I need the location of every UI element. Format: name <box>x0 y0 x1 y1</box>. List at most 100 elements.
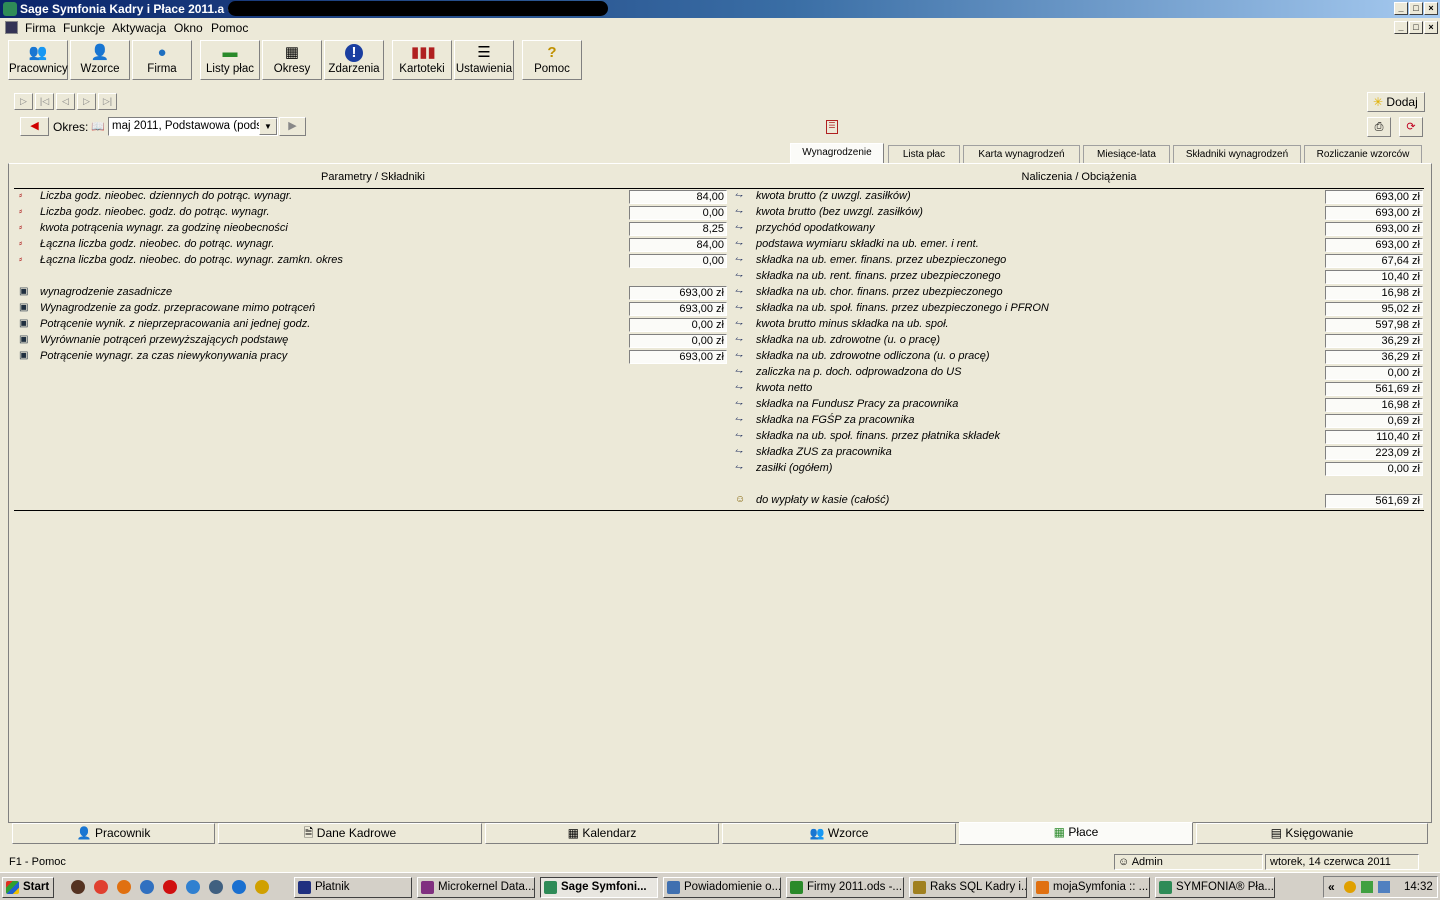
book-icon: 📖 <box>91 121 105 133</box>
toolbar-pomoc-button[interactable]: ? Pomoc <box>522 40 582 80</box>
firefox-icon[interactable] <box>117 880 131 894</box>
task-platnik[interactable]: Płatnik <box>294 877 412 898</box>
tab-lista-plac[interactable]: Lista płac <box>888 145 960 163</box>
bottom-tab-place[interactable]: ▦ Płace <box>959 822 1193 845</box>
period-next-button[interactable]: ▶ <box>279 117 306 136</box>
task-sage-symfonia[interactable]: Sage Symfoni... <box>540 877 658 898</box>
right-row-value: 10,40 zł <box>1325 270 1423 284</box>
media-icon[interactable] <box>255 880 269 894</box>
quicklaunch-icon[interactable] <box>186 880 200 894</box>
param-icon: ⸗ <box>19 222 23 233</box>
toolbar-firma-button[interactable]: ● Firma <box>132 40 192 80</box>
tab-skladniki-wynagrodzen[interactable]: Składniki wynagrodzeń <box>1173 145 1301 163</box>
right-row-label: zaliczka na p. doch. odprowadzona do US <box>756 366 962 378</box>
tray-expand-button[interactable]: « <box>1328 880 1335 894</box>
ladder-icon[interactable]: ☰ <box>826 120 838 134</box>
bottom-tab-dane-kadrowe[interactable]: 🗎 Dane Kadrowe <box>218 823 482 844</box>
left-row-value: 693,00 zł <box>629 350 727 364</box>
maximize-button[interactable]: □ <box>1409 2 1423 15</box>
period-prev-button[interactable]: ◀ <box>20 117 49 136</box>
status-date: wtorek, 14 czerwca 2011 <box>1265 854 1419 870</box>
right-row-value: 693,00 zł <box>1325 206 1423 220</box>
app-icon <box>913 881 926 894</box>
network-icon[interactable] <box>1378 881 1390 893</box>
right-row-label: składka na ub. zdrowotne (u. o pracę) <box>756 334 941 346</box>
task-powiadomienie[interactable]: Powiadomienie o... <box>663 877 781 898</box>
templates-icon: 👤 <box>90 44 110 61</box>
right-row-label: składka na Fundusz Pracy za pracownika <box>756 398 959 410</box>
quicklaunch-icon[interactable] <box>71 880 85 894</box>
nav-next-button[interactable]: ▷ <box>77 93 96 110</box>
minimize-button[interactable]: _ <box>1394 2 1408 15</box>
nav-prev-button[interactable]: ◁ <box>56 93 75 110</box>
menu-aktywacja[interactable]: Aktywacja <box>112 21 166 35</box>
chevron-down-icon[interactable]: ▼ <box>259 118 277 135</box>
left-row-label: Liczba godz. nieobec. dziennych do potrą… <box>40 190 293 202</box>
bottom-tab-wzorce[interactable]: 👥 Wzorce <box>722 823 956 844</box>
ie-icon[interactable] <box>232 880 246 894</box>
chrome-icon[interactable] <box>94 880 108 894</box>
toolbar-kartoteki-button[interactable]: ▮▮▮ Kartoteki <box>392 40 452 80</box>
right-row-value: 223,09 zł <box>1325 446 1423 460</box>
bottom-tab-kalendarz[interactable]: ▦ Kalendarz <box>485 823 719 844</box>
add-button[interactable]: ✳ Dodaj <box>1367 92 1425 112</box>
task-symfonia-place[interactable]: SYMFONIA® Pła... <box>1155 877 1275 898</box>
coins-icon: ☺ <box>735 494 746 505</box>
left-column-header: Parametry / Składniki <box>321 171 425 183</box>
calculation-icon: ⥊ <box>735 254 743 265</box>
toolbar-ustawienia-button[interactable]: ☰ Ustawienia <box>454 40 514 80</box>
task-raks[interactable]: Raks SQL Kadry i... <box>909 877 1027 898</box>
toolbar-okresy-button[interactable]: ▦ Okresy <box>262 40 322 80</box>
calculation-icon: ⥊ <box>735 238 743 249</box>
tray-icon[interactable] <box>1361 881 1373 893</box>
toolbar-zdarzenia-button[interactable]: ! Zdarzenia <box>324 40 384 80</box>
nav-first-button[interactable]: |◁ <box>35 93 54 110</box>
task-firmy-ods[interactable]: Firmy 2011.ods -... <box>786 877 904 898</box>
nav-last-button[interactable]: ▷| <box>98 93 117 110</box>
app-icon[interactable] <box>3 2 17 16</box>
total-value: 561,69 zł <box>1325 494 1423 508</box>
menu-pomoc[interactable]: Pomoc <box>211 21 248 35</box>
left-row-value: 0,00 zł <box>629 334 727 348</box>
bottom-tab-ksiegowanie[interactable]: ▤ Księgowanie <box>1196 823 1428 844</box>
right-row-label: składka na FGŚP za pracownika <box>756 414 915 426</box>
header-divider <box>14 188 1424 189</box>
right-row-label: zasiłki (ogółem) <box>756 462 833 474</box>
calculation-icon: ⥊ <box>735 462 743 473</box>
menu-funkcje[interactable]: Funkcje <box>63 21 105 35</box>
menu-bar: Firma Funkcje Aktywacja Okno Pomoc _ □ × <box>0 19 1440 37</box>
mdi-minimize-button[interactable]: _ <box>1394 21 1408 34</box>
quicklaunch-icon[interactable] <box>209 880 223 894</box>
tab-miesiace-lata[interactable]: Miesiące-lata <box>1083 145 1170 163</box>
mdi-close-button[interactable]: × <box>1424 21 1438 34</box>
sun-icon[interactable] <box>1344 881 1356 893</box>
document-icon[interactable] <box>5 21 18 34</box>
task-mojasymfonia[interactable]: mojaSymfonia :: ... <box>1032 877 1150 898</box>
tab-karta-wynagrodzen[interactable]: Karta wynagrodzeń <box>963 145 1080 163</box>
bottom-tab-pracownik[interactable]: 👤 Pracownik <box>12 823 215 844</box>
right-row-label: kwota netto <box>756 382 813 394</box>
menu-firma[interactable]: Firma <box>25 21 56 35</box>
mdi-restore-button[interactable]: □ <box>1409 21 1423 34</box>
right-row-label: kwota brutto (z uwzgl. zasiłków) <box>756 190 911 202</box>
print-button[interactable]: ⎙ <box>1367 117 1391 137</box>
toolbar-pracownicy-button[interactable]: 👥 Pracownicy <box>8 40 68 80</box>
period-select[interactable]: maj 2011, Podstawowa (pods... <box>108 117 278 136</box>
left-row-label: Wyrównanie potrąceń przewyższających pod… <box>40 334 289 346</box>
right-row-value: 110,40 zł <box>1325 430 1423 444</box>
nav-new-button[interactable]: ▷ <box>14 93 33 110</box>
status-bar: F1 - Pomoc ☺ Admin wtorek, 14 czerwca 20… <box>0 853 1440 871</box>
menu-okno[interactable]: Okno <box>174 21 203 35</box>
tab-rozliczanie-wzorcow[interactable]: Rozliczanie wzorców <box>1304 145 1422 163</box>
task-microkernel[interactable]: Microkernel Data... <box>417 877 535 898</box>
app-icon <box>667 881 680 894</box>
refresh-button[interactable]: ⟳ <box>1399 117 1423 137</box>
toolbar-wzorce-button[interactable]: 👤 Wzorce <box>70 40 130 80</box>
left-row-value: 0,00 <box>629 254 727 268</box>
tab-wynagrodzenie[interactable]: Wynagrodzenie <box>790 143 884 164</box>
start-button[interactable]: Start <box>2 877 54 898</box>
opera-icon[interactable] <box>163 880 177 894</box>
toolbar-listy-plac-button[interactable]: ▬ Listy płac <box>200 40 260 80</box>
quicklaunch-icon[interactable] <box>140 880 154 894</box>
close-button[interactable]: × <box>1424 2 1438 15</box>
